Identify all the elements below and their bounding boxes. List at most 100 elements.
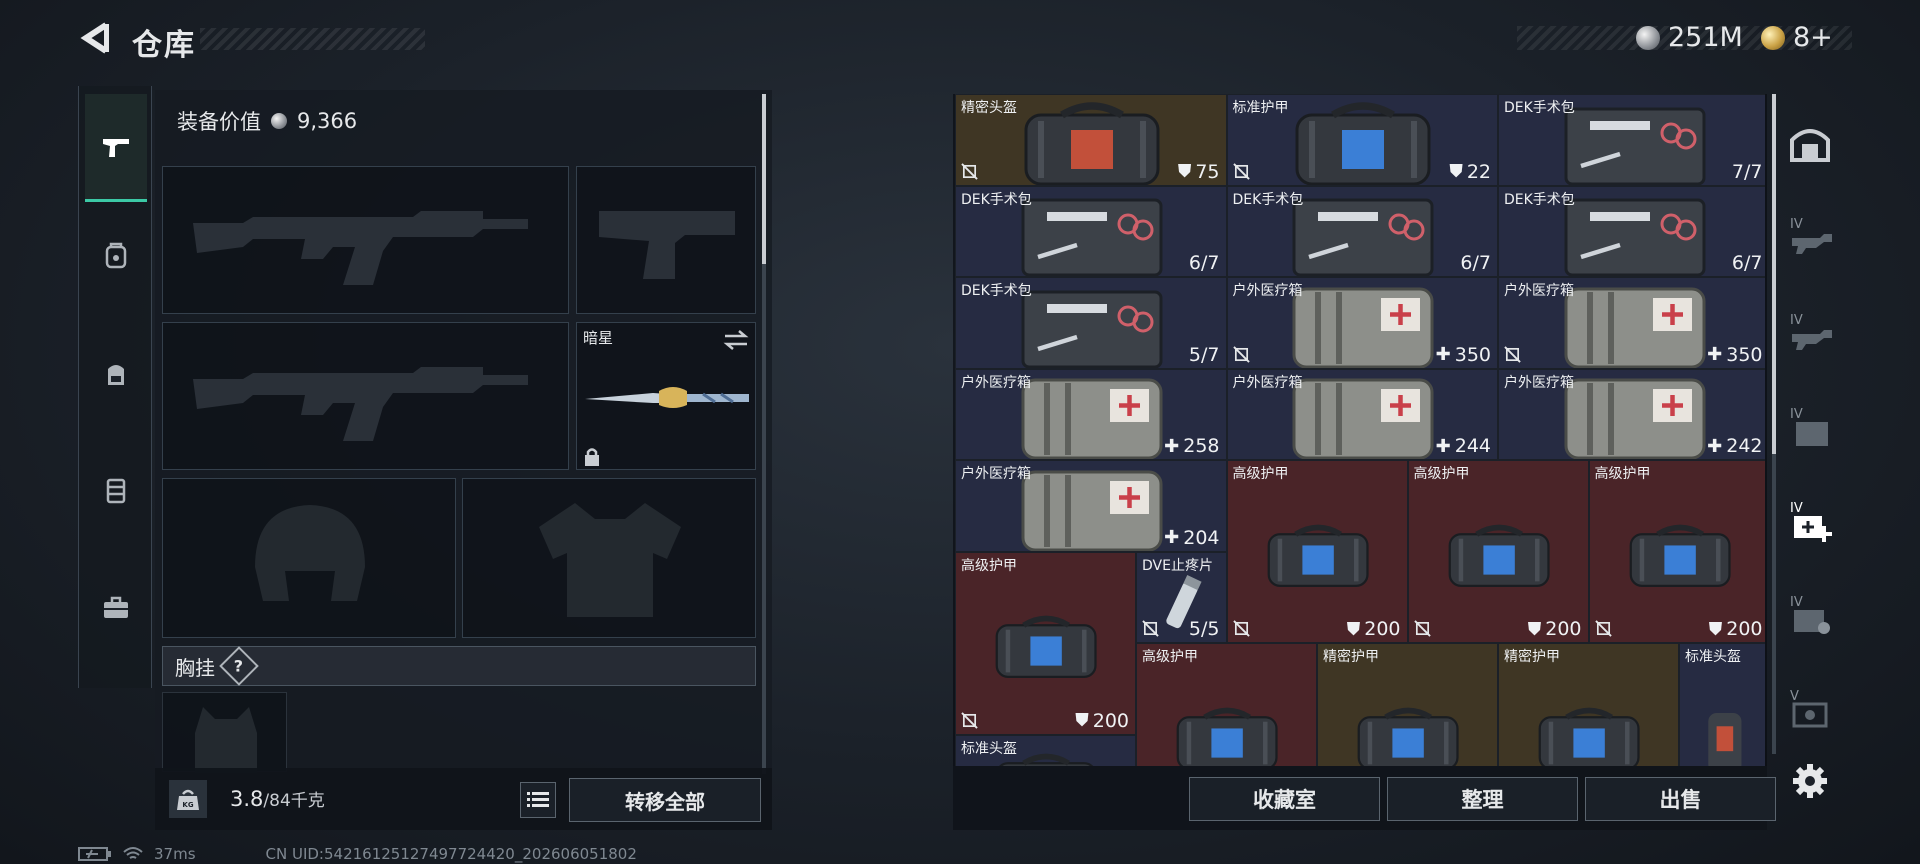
item-value: ⛊ 75 bbox=[1178, 161, 1220, 183]
storage-item[interactable]: DVE止疼片 5/5 bbox=[1136, 551, 1227, 643]
secondary-weapon-slot[interactable] bbox=[162, 322, 569, 470]
storage-tab-iv-medical-icon[interactable]: IV bbox=[1786, 496, 1834, 544]
help-icon: ? bbox=[234, 656, 244, 676]
item-name: 标准头盔 bbox=[1685, 649, 1741, 665]
item-name: DEK手术包 bbox=[961, 191, 1032, 208]
backpack-icon bbox=[108, 365, 124, 385]
back-button[interactable] bbox=[78, 20, 114, 56]
storage-tab-iv-gear-icon[interactable]: IV bbox=[1786, 590, 1834, 638]
pistol-slot[interactable] bbox=[576, 166, 756, 314]
tab-helmet[interactable] bbox=[85, 202, 147, 310]
helmet-slot[interactable] bbox=[162, 478, 456, 638]
primary-weapon-slot[interactable] bbox=[162, 166, 569, 314]
medical-case-icon bbox=[1021, 378, 1163, 460]
medical-case-icon bbox=[1564, 287, 1706, 368]
storage-tab-iv-rifle-icon[interactable]: IV bbox=[1786, 212, 1834, 260]
armor-silhouette-icon bbox=[539, 503, 681, 617]
storage-item[interactable]: DEK手术包 6/7 bbox=[955, 185, 1227, 277]
weight-current: 3.8 bbox=[230, 787, 264, 811]
item-value: ✚ 204 bbox=[1164, 527, 1219, 549]
wifi-icon bbox=[123, 847, 143, 859]
swap-icon[interactable] bbox=[723, 329, 749, 351]
silver-currency[interactable]: 251M bbox=[1636, 22, 1743, 53]
item-name: 户外医疗箱 bbox=[1504, 283, 1574, 299]
tab-backpack[interactable] bbox=[85, 320, 147, 428]
item-value-text: 350 bbox=[1454, 343, 1491, 366]
item-value-text: 5/5 bbox=[1188, 618, 1220, 640]
list-view-button[interactable] bbox=[520, 782, 556, 818]
medical-case-icon bbox=[1292, 287, 1434, 368]
storage-tab-v-case-icon[interactable]: V bbox=[1786, 684, 1834, 732]
storage-item[interactable]: 标准护甲 ⛊ 22 bbox=[1226, 94, 1498, 186]
knife-icon bbox=[585, 387, 749, 408]
melee-slot[interactable]: 暗星 bbox=[576, 322, 756, 470]
transfer-all-button[interactable]: 转移全部 bbox=[569, 778, 761, 822]
tab-chest-rig[interactable] bbox=[85, 436, 147, 544]
storage-item[interactable]: 户外医疗箱 ✚ 258 bbox=[955, 368, 1227, 460]
untradeable-icon bbox=[961, 162, 978, 180]
item-value-text: 200 bbox=[1545, 618, 1582, 640]
storage-item[interactable]: DEK手术包 7/7 bbox=[1498, 94, 1765, 186]
tab-weapons[interactable] bbox=[85, 94, 147, 202]
item-value: 5/7 bbox=[1189, 344, 1220, 366]
chevron-left-icon bbox=[80, 22, 109, 54]
settings-gear-icon[interactable] bbox=[1791, 762, 1829, 800]
item-name: 精密护甲 bbox=[1323, 649, 1379, 665]
untradeable-icon bbox=[961, 711, 978, 729]
storage-item[interactable]: 户外医疗箱 ✚ 350 bbox=[1498, 277, 1765, 369]
storage-item[interactable]: 户外医疗箱 ✚ 204 bbox=[955, 460, 1227, 552]
storage-tab-iv-rifle-icon[interactable]: IV bbox=[1786, 308, 1834, 356]
shield-icon: ⛊ bbox=[1708, 618, 1723, 640]
storage-item[interactable]: DEK手术包 6/7 bbox=[1226, 185, 1498, 277]
storage-scrollbar-thumb[interactable] bbox=[1772, 94, 1776, 454]
rifle-silhouette-icon bbox=[193, 367, 528, 441]
storage-item[interactable]: 户外医疗箱 ✚ 350 bbox=[1226, 277, 1498, 369]
item-name: DEK手术包 bbox=[961, 283, 1032, 299]
item-value-text: 22 bbox=[1466, 160, 1491, 183]
weight-readout: 3.8/84千克 bbox=[230, 786, 325, 811]
surgery-kit-icon bbox=[1021, 198, 1163, 277]
rifle-silhouette-icon bbox=[193, 211, 528, 285]
storage-item[interactable]: 户外医疗箱 ✚ 242 bbox=[1498, 368, 1765, 460]
storage-item[interactable]: 高级护甲 ⛊ 200 bbox=[1588, 460, 1765, 643]
storage-item[interactable]: DEK手术包 6/7 bbox=[1498, 185, 1765, 277]
item-value-text: 244 bbox=[1454, 435, 1491, 457]
svg-text:IV: IV bbox=[1790, 501, 1803, 516]
vault-icon[interactable] bbox=[1786, 118, 1834, 166]
collection-room-button[interactable]: 收藏室 bbox=[1189, 777, 1380, 821]
item-name: DEK手术包 bbox=[1504, 100, 1575, 116]
storage-item[interactable]: 精密护甲 bbox=[1317, 643, 1498, 766]
storage-item[interactable]: DEK手术包 5/7 bbox=[955, 277, 1227, 369]
top-bar: 仓库 251M 8+ bbox=[0, 0, 1920, 80]
silver-coin-icon bbox=[271, 113, 287, 129]
item-value: ✚ 350 bbox=[1436, 344, 1491, 366]
storage-item[interactable]: 高级护甲 ⛊ 200 bbox=[955, 551, 1136, 735]
storage-item[interactable]: 高级护甲 bbox=[1136, 643, 1317, 766]
storage-item[interactable]: 精密头盔 ⛊ 75 bbox=[955, 94, 1227, 186]
storage-item[interactable]: 精密护甲 bbox=[1498, 643, 1679, 766]
gold-currency[interactable]: 8+ bbox=[1761, 22, 1833, 53]
storage-panel: 精密头盔 ⛊ 75 标准护甲 ⛊ 22 DEK手术包 7/7 DEK手术包 6/7 DEK手术包 6/… bbox=[953, 94, 1767, 766]
untradeable-icon bbox=[1142, 620, 1159, 637]
uid-readout: CN UID:54216125127497724420_202606051802 bbox=[265, 845, 637, 863]
sell-button[interactable]: 出售 bbox=[1585, 777, 1776, 821]
weight-capacity: /84千克 bbox=[263, 791, 325, 811]
item-value: ⛊ 200 bbox=[1347, 618, 1401, 640]
item-value: ✚ 258 bbox=[1164, 435, 1219, 457]
heal-plus-icon: ✚ bbox=[1164, 435, 1180, 457]
body-armor-slot[interactable] bbox=[462, 478, 756, 638]
help-button[interactable]: ? bbox=[219, 646, 259, 686]
loadout-scrollbar-thumb[interactable] bbox=[762, 94, 766, 264]
item-value: ✚ 244 bbox=[1436, 435, 1491, 457]
chest-rig-slot[interactable] bbox=[162, 692, 287, 773]
storage-item[interactable]: 标准头盔 bbox=[1679, 643, 1765, 766]
briefcase-icon bbox=[104, 596, 128, 618]
storage-item[interactable]: 标准头盔 bbox=[955, 734, 1136, 766]
item-name: 精密护甲 bbox=[1504, 649, 1560, 665]
storage-item[interactable]: 高级护甲 ⛊ 200 bbox=[1407, 460, 1589, 643]
tab-case[interactable] bbox=[85, 554, 147, 662]
sort-button[interactable]: 整理 bbox=[1387, 777, 1578, 821]
storage-tab-iv-case-icon[interactable]: IV bbox=[1786, 402, 1834, 450]
storage-item[interactable]: 户外医疗箱 ✚ 244 bbox=[1226, 368, 1498, 460]
storage-item[interactable]: 高级护甲 ⛊ 200 bbox=[1226, 460, 1408, 643]
